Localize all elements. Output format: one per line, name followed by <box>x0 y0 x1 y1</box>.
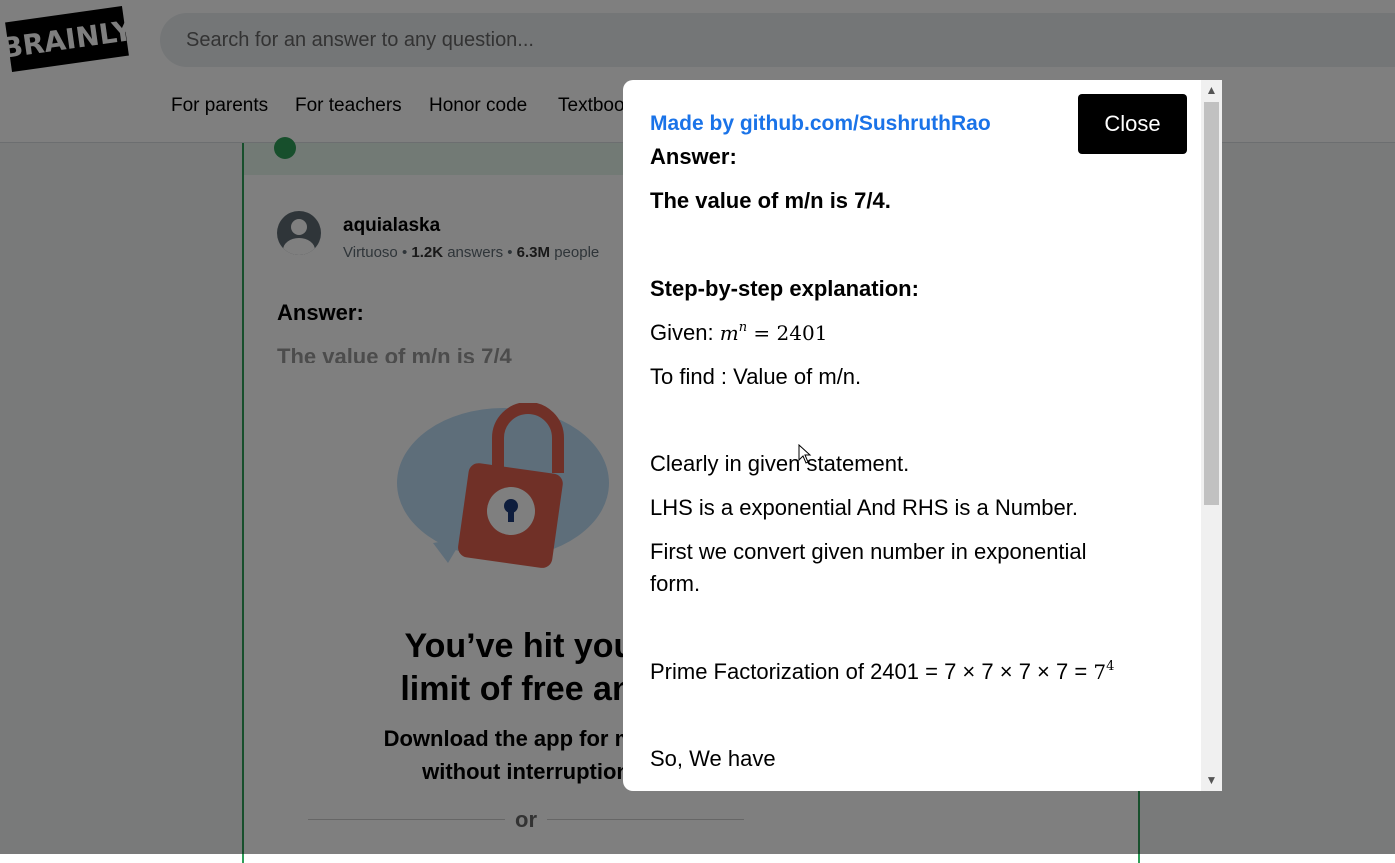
prime-factorization-line: Prime Factorization of 2401 = 7 × 7 × 7 … <box>650 659 1115 684</box>
so-we-have-line: So, We have <box>650 746 776 771</box>
scroll-up-icon[interactable]: ▲ <box>1201 80 1222 101</box>
scroll-down-icon[interactable]: ▼ <box>1201 770 1222 791</box>
given-label: Given: <box>650 320 714 345</box>
scroll-thumb[interactable] <box>1204 102 1219 505</box>
answer-modal: Made by github.com/SushruthRao Close Ans… <box>623 80 1222 791</box>
to-find-line: To find : Value of m/n. <box>650 364 862 389</box>
clearly-line: Clearly in given statement. <box>650 451 910 476</box>
convert-line-2: form. <box>650 571 701 596</box>
mouse-cursor-icon <box>798 444 812 464</box>
prime-power: 74 <box>1093 659 1115 684</box>
close-button[interactable]: Close <box>1078 94 1187 154</box>
answer-heading: Answer: <box>650 144 737 169</box>
step-heading: Step-by-step explanation: <box>650 276 919 301</box>
credit-link[interactable]: Made by github.com/SushruthRao <box>650 112 991 136</box>
given-equation: mn = 2401 <box>719 320 828 345</box>
convert-line-1: First we convert given number in exponen… <box>650 539 1087 564</box>
lhs-line: LHS is a exponential And RHS is a Number… <box>650 495 1079 520</box>
answer-value: The value of m/n is 7/4. <box>650 188 891 213</box>
modal-scrollbar[interactable]: ▲ ▼ <box>1201 80 1222 791</box>
given-line: Given: mn = 2401 <box>650 320 827 346</box>
